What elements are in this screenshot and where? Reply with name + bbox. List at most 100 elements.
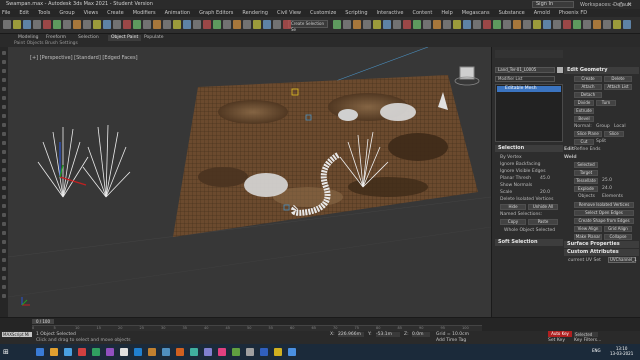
toolbar-tool-icon[interactable] (33, 20, 41, 29)
view-align-button[interactable]: View Align (574, 226, 602, 232)
left-tool-icon[interactable] (2, 285, 6, 289)
toolbar-tool-icon[interactable] (143, 20, 151, 29)
toolbar-tool-icon[interactable] (453, 20, 461, 29)
left-tool-icon[interactable] (2, 240, 6, 244)
tab-modeling[interactable]: Modeling (18, 35, 38, 41)
elements-radio[interactable]: Elements (602, 194, 623, 199)
menu-item-substance[interactable]: Substance (499, 10, 525, 16)
create-button[interactable]: Create (574, 76, 602, 82)
toolbar-tool-icon[interactable] (243, 20, 251, 29)
toolbar-tool-icon[interactable] (23, 20, 31, 29)
toolbar-tool-icon[interactable] (43, 20, 51, 29)
tessellate-button[interactable]: Tessellate (574, 178, 598, 184)
menu-item-help[interactable]: Help (441, 10, 452, 16)
scale-value[interactable]: 20.0 (540, 190, 550, 195)
toolbar-tool-icon[interactable] (403, 20, 411, 29)
toolbar-tool-icon[interactable] (423, 20, 431, 29)
menu-item-animation[interactable]: Animation (165, 10, 191, 16)
normal-local-radio[interactable]: Local (614, 124, 626, 129)
objects-radio[interactable]: Objects (578, 194, 595, 199)
object-color-swatch[interactable] (557, 67, 563, 73)
menu-item-tools[interactable]: Tools (38, 10, 50, 16)
menu-item-customize[interactable]: Customize (310, 10, 336, 16)
toolbar-tool-icon[interactable] (113, 20, 121, 29)
left-tool-icon[interactable] (2, 78, 6, 82)
clock[interactable]: 13:10 13-03-2021 (610, 346, 633, 356)
slice-button[interactable]: Slice (604, 131, 624, 137)
make-planar-button[interactable]: Make Planar (574, 234, 602, 240)
toolbar-tool-icon[interactable] (53, 20, 61, 29)
show-normals-checkbox[interactable]: Show Normals (500, 183, 532, 188)
set-key-button[interactable]: Set Key (548, 338, 565, 343)
toolbar-tool-icon[interactable] (13, 20, 21, 29)
key-filters-button[interactable]: Key Filters... (574, 338, 601, 343)
toolbar-tool-icon[interactable] (173, 20, 181, 29)
toolbar-tool-icon[interactable] (333, 20, 341, 29)
toolbar-tool-icon[interactable] (523, 20, 531, 29)
left-tool-icon[interactable] (2, 294, 6, 298)
toolbar-tool-icon[interactable] (493, 20, 501, 29)
toolbar-tool-icon[interactable] (263, 20, 271, 29)
tab-freeform[interactable]: Freeform (46, 35, 66, 41)
toolbar-tool-icon[interactable] (473, 20, 481, 29)
left-tool-icon[interactable] (2, 123, 6, 127)
viewcube-icon[interactable] (454, 66, 480, 86)
toolbar-tool-icon[interactable] (433, 20, 441, 29)
planar-thresh-value[interactable]: 45.0 (540, 176, 550, 181)
menu-item-modifiers[interactable]: Modifiers (133, 10, 156, 16)
toolbar-tool-icon[interactable] (343, 20, 351, 29)
menu-item-group[interactable]: Group (59, 10, 74, 16)
toolbar-tool-icon[interactable] (603, 20, 611, 29)
taskbar-app-icon[interactable] (78, 348, 86, 356)
menu-item-megascans[interactable]: Megascans (462, 10, 490, 16)
toolbar-tool-icon[interactable] (353, 20, 361, 29)
detach-button[interactable]: Detach (574, 92, 602, 98)
weld-selected-button[interactable]: Selected (574, 162, 598, 168)
language-indicator[interactable]: ENG (592, 348, 601, 353)
selection-rollout[interactable]: Selection (495, 145, 563, 152)
taskbar-app-icon[interactable] (106, 348, 114, 356)
toolbar-tool-icon[interactable] (503, 20, 511, 29)
taskbar-app-icon[interactable] (190, 348, 198, 356)
remove-isolated-button[interactable]: Remove Isolated Vertices (574, 202, 634, 208)
toolbar-tool-icon[interactable] (203, 20, 211, 29)
menu-item-graph-editors[interactable]: Graph Editors (199, 10, 233, 16)
toolbar-tool-icon[interactable] (443, 20, 451, 29)
toolbar-tool-icon[interactable] (213, 20, 221, 29)
left-tool-icon[interactable] (2, 258, 6, 262)
toolbar-tool-icon[interactable] (583, 20, 591, 29)
toolbar-tool-icon[interactable] (103, 20, 111, 29)
slice-plane-button[interactable]: Slice Plane (574, 131, 602, 137)
modifier-list-dropdown[interactable]: Modifier List (495, 76, 555, 82)
taskbar-app-icon[interactable] (148, 348, 156, 356)
toolbar-tool-icon[interactable] (3, 20, 11, 29)
edit-geometry-rollout[interactable]: Edit Geometry (564, 67, 639, 74)
left-tool-icon[interactable] (2, 168, 6, 172)
taskbar-app-icon[interactable] (232, 348, 240, 356)
select-open-edges-button[interactable]: Select Open Edges (574, 210, 634, 216)
toolbar-tool-icon[interactable] (543, 20, 551, 29)
left-tool-icon[interactable] (2, 87, 6, 91)
toolbar-tool-icon[interactable] (183, 20, 191, 29)
toolbar-tool-icon[interactable] (563, 20, 571, 29)
ignore-backfacing-checkbox[interactable]: Ignore Backfacing (500, 162, 540, 167)
menu-item-arnold[interactable]: Arnold (534, 10, 550, 16)
left-tool-icon[interactable] (2, 177, 6, 181)
maxscript-listener[interactable]: MAXScript Mi (2, 332, 32, 337)
paste-button[interactable]: Paste (528, 219, 558, 225)
unhide-all-button[interactable]: Unhide All (528, 204, 558, 210)
left-tool-icon[interactable] (2, 204, 6, 208)
taskbar-app-icon[interactable] (92, 348, 100, 356)
normal-group-radio[interactable]: Group (596, 124, 610, 129)
left-tool-icon[interactable] (2, 195, 6, 199)
coord-x-field[interactable]: 226.966m (338, 332, 364, 337)
toolbar-tool-icon[interactable] (133, 20, 141, 29)
grid-align-button[interactable]: Grid Align (604, 226, 632, 232)
left-tool-icon[interactable] (2, 51, 6, 55)
key-mode-dropdown[interactable]: Selected (574, 332, 598, 337)
left-tool-icon[interactable] (2, 186, 6, 190)
time-slider[interactable]: 0 / 100 (32, 319, 54, 324)
toolbar-tool-icon[interactable] (593, 20, 601, 29)
delete-isolated-checkbox[interactable]: Delete Isolated Vertices (500, 197, 553, 202)
taskbar-app-icon[interactable] (134, 348, 142, 356)
